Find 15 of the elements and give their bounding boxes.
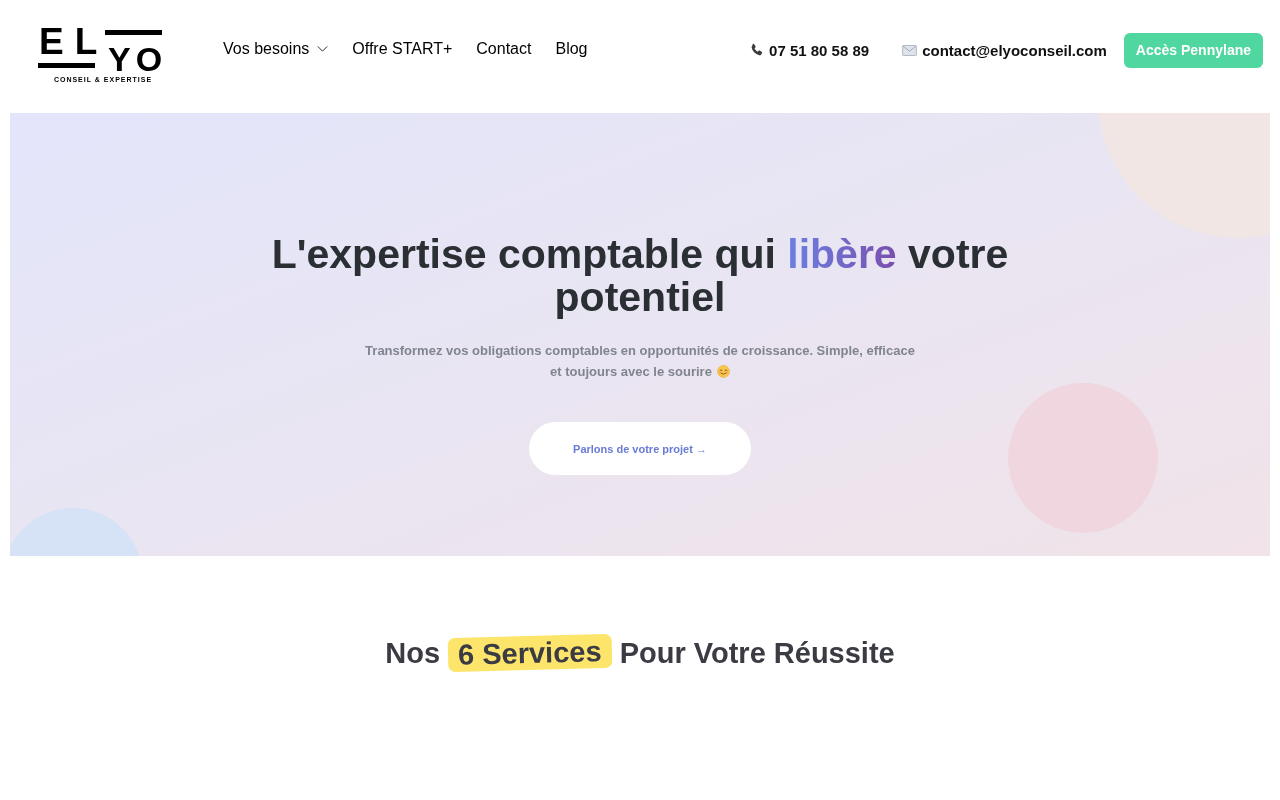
hero-subtitle: et toujours avec le sourire bbox=[550, 363, 712, 381]
envelope-icon bbox=[902, 44, 918, 56]
project-button[interactable]: Parlons de votre projet → bbox=[529, 422, 751, 475]
nav-link[interactable]: Blog bbox=[555, 39, 588, 58]
smiling-face-icon bbox=[716, 365, 730, 378]
email-link[interactable]: contact@elyoconseil.com bbox=[922, 41, 1107, 59]
chevron-down-icon[interactable] bbox=[317, 45, 329, 52]
phone-link[interactable]: 07 51 80 58 89 bbox=[769, 41, 870, 59]
phone-icon bbox=[750, 43, 765, 57]
hero-title: L'expertise comptable qui libère votre potentiel bbox=[270, 233, 1010, 319]
hero-subtitle: Transformez vos obligations comptables en opportunités de croissance. Simple, efficace bbox=[365, 342, 915, 360]
nav-link[interactable]: Offre START+ bbox=[352, 39, 453, 58]
nav-link[interactable]: Vos besoins bbox=[223, 39, 310, 58]
section-heading: Nos 6 Services Pour Votre Réussite bbox=[385, 633, 895, 673]
nav-link[interactable]: Contact bbox=[476, 39, 532, 58]
